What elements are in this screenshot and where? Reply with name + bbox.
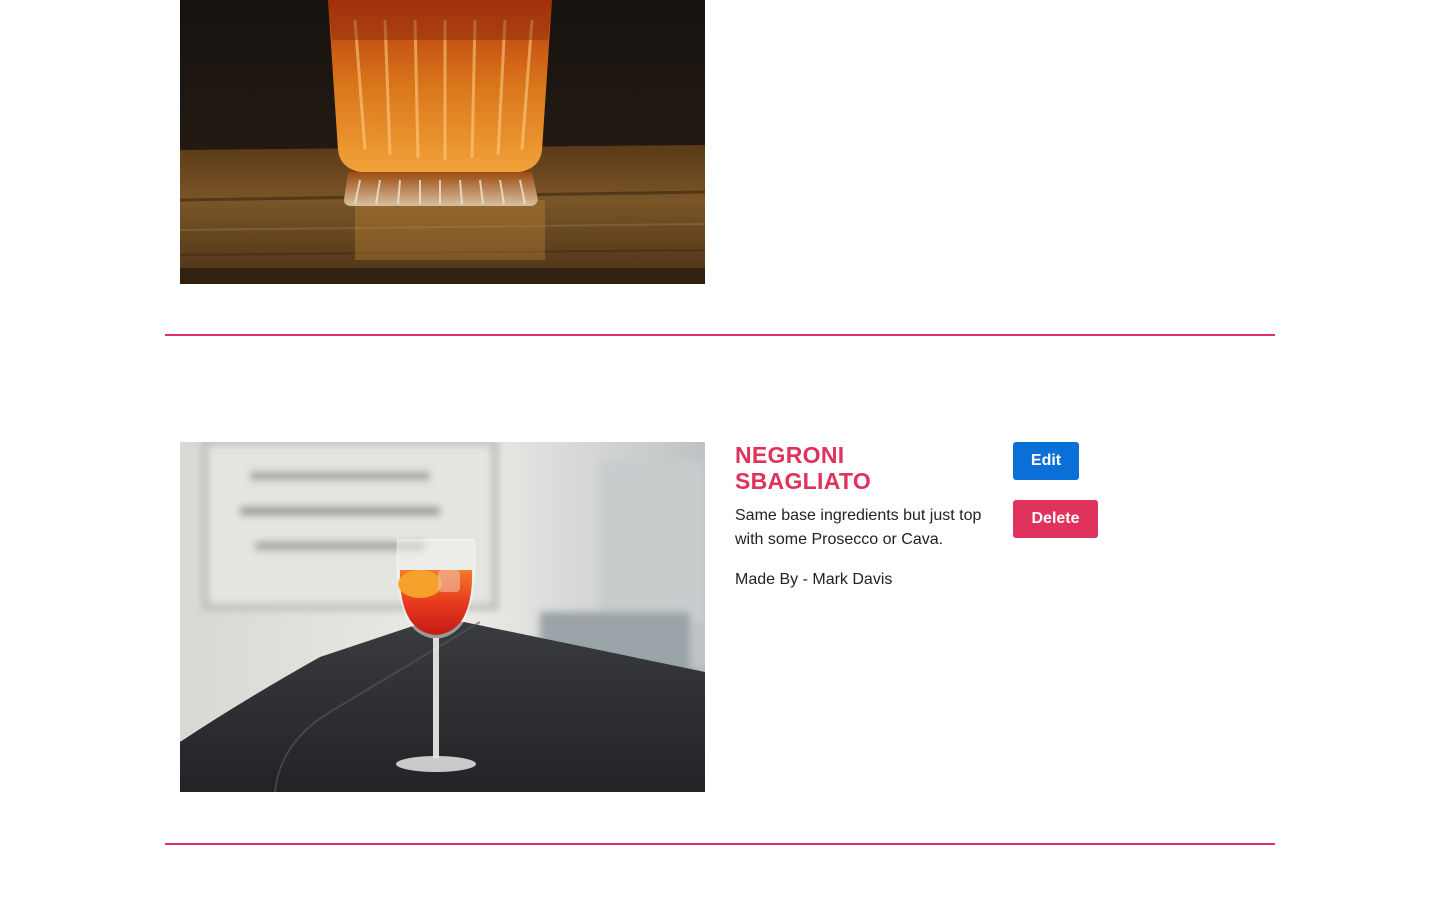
recipe-title: NEGRONI SBAGLIATO xyxy=(735,442,872,494)
recipe-list-page: NEGRONI SBAGLIATO Same base ingredients … xyxy=(0,0,1440,900)
recipe-author: Made By - Mark Davis xyxy=(735,568,990,592)
edit-button[interactable]: Edit xyxy=(1013,442,1079,480)
recipe-divider xyxy=(165,334,1275,336)
author-prefix: Made By - xyxy=(735,571,813,588)
author-name: Mark Davis xyxy=(812,571,893,588)
recipe-description: Same base ingredients but just top with … xyxy=(735,507,982,548)
recipe-image-old-fashioned xyxy=(180,0,705,284)
delete-button[interactable]: Delete xyxy=(1013,500,1098,538)
recipe-details: NEGRONI SBAGLIATO Same base ingredients … xyxy=(735,442,990,592)
recipe-divider xyxy=(165,843,1275,845)
recipe-image-negroni-sbagliato xyxy=(180,442,705,792)
